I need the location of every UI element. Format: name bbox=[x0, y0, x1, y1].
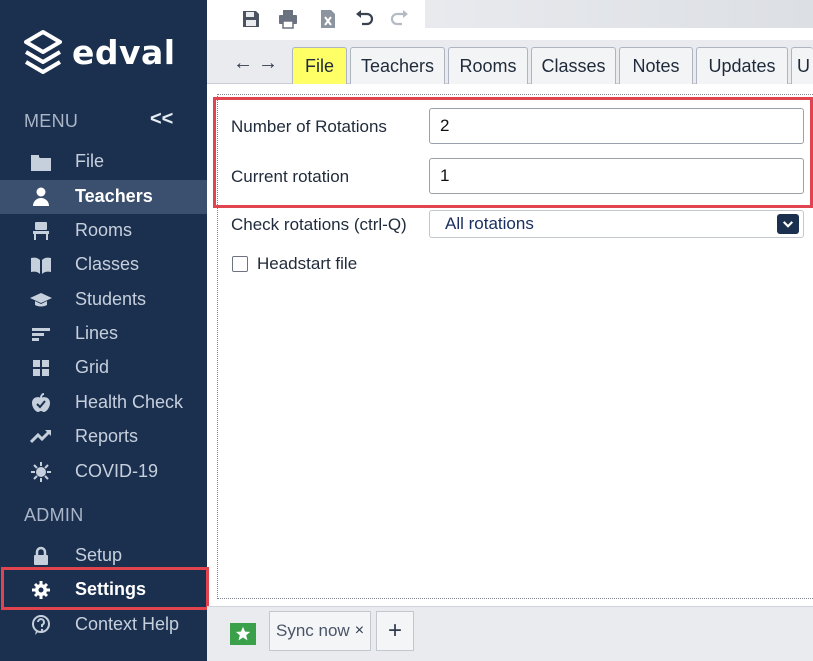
sidebar-item-label: COVID-19 bbox=[75, 461, 159, 481]
toolbar-blurred-area bbox=[425, 0, 813, 28]
tab-file[interactable]: File bbox=[292, 47, 347, 84]
close-icon[interactable]: × bbox=[355, 622, 364, 640]
sidebar-item-lines[interactable]: Lines bbox=[0, 317, 207, 351]
print-icon[interactable] bbox=[277, 8, 299, 30]
collapse-sidebar-button[interactable]: << bbox=[150, 108, 173, 131]
tab-teachers[interactable]: Teachers bbox=[350, 47, 445, 84]
sidebar-item-label: Grid bbox=[75, 357, 110, 377]
forward-arrow-button[interactable]: → bbox=[258, 52, 278, 75]
favorite-star-button[interactable] bbox=[230, 623, 256, 645]
bottom-bar: Sync now × + bbox=[207, 606, 813, 661]
save-icon[interactable] bbox=[240, 8, 262, 30]
grid-icon bbox=[30, 358, 52, 378]
edval-logo: edval bbox=[22, 28, 176, 76]
undo-icon[interactable] bbox=[353, 8, 375, 30]
sidebar-item-teachers[interactable]: Teachers bbox=[0, 180, 207, 214]
sidebar-item-health-check[interactable]: Health Check bbox=[0, 386, 207, 420]
person-icon bbox=[30, 187, 52, 207]
sidebar-item-label: Reports bbox=[75, 426, 139, 446]
sidebar-item-label: File bbox=[75, 151, 105, 171]
logo-text: edval bbox=[72, 32, 176, 72]
sync-now-tab[interactable]: Sync now × bbox=[269, 611, 371, 651]
toolbar bbox=[207, 0, 813, 40]
tab-rooms[interactable]: Rooms bbox=[448, 47, 528, 84]
sidebar-item-label: Students bbox=[75, 289, 147, 309]
lock-icon bbox=[30, 546, 52, 566]
sidebar-item-context-help[interactable]: Context Help bbox=[0, 608, 207, 642]
sidebar-item-label: Health Check bbox=[75, 392, 184, 412]
sidebar-item-label: Teachers bbox=[75, 186, 153, 206]
star-icon bbox=[235, 626, 251, 641]
folder-icon bbox=[30, 152, 52, 172]
sidebar-item-rooms[interactable]: Rooms bbox=[0, 214, 207, 248]
trend-icon bbox=[30, 427, 52, 447]
sidebar: edval MENU << File Teachers Rooms Classe… bbox=[0, 0, 207, 661]
add-tab-button[interactable]: + bbox=[376, 611, 414, 651]
sync-now-label: Sync now bbox=[276, 621, 350, 640]
settings-highlight-box bbox=[1, 567, 209, 610]
sidebar-item-label: Context Help bbox=[75, 614, 180, 634]
headstart-checkbox[interactable] bbox=[232, 256, 248, 272]
chair-icon bbox=[30, 221, 52, 241]
sidebar-item-label: Lines bbox=[75, 323, 119, 343]
tab-updates[interactable]: Updates bbox=[696, 47, 788, 84]
tab-overflow[interactable]: U bbox=[791, 47, 813, 84]
tab-bar: ← → File Teachers Rooms Classes Notes Up… bbox=[207, 40, 813, 84]
sidebar-item-students[interactable]: Students bbox=[0, 283, 207, 317]
chevron-down-icon bbox=[777, 214, 799, 234]
excel-icon[interactable] bbox=[317, 8, 339, 30]
headstart-label: Headstart file bbox=[257, 254, 358, 273]
sidebar-item-grid[interactable]: Grid bbox=[0, 351, 207, 385]
help-icon bbox=[30, 615, 52, 635]
sidebar-item-label: Rooms bbox=[75, 220, 133, 240]
logo-icon bbox=[24, 30, 62, 74]
virus-icon bbox=[30, 462, 52, 482]
lines-icon bbox=[30, 324, 52, 344]
admin-section-label: ADMIN bbox=[24, 505, 84, 525]
check-rotations-label: Check rotations (ctrl-Q) bbox=[231, 215, 407, 234]
tab-notes[interactable]: Notes bbox=[619, 47, 693, 84]
check-rotations-select[interactable]: All rotations bbox=[429, 210, 804, 238]
sidebar-item-file[interactable]: File bbox=[0, 145, 207, 179]
apple-icon bbox=[30, 393, 52, 413]
redo-icon[interactable] bbox=[389, 8, 411, 30]
book-icon bbox=[30, 255, 52, 275]
check-rotations-value: All rotations bbox=[445, 214, 534, 233]
graduation-cap-icon bbox=[30, 290, 52, 310]
sidebar-item-covid-19[interactable]: COVID-19 bbox=[0, 455, 207, 489]
rotation-fields-highlight-box bbox=[213, 97, 813, 208]
menu-section-label: MENU bbox=[24, 111, 79, 131]
tab-classes[interactable]: Classes bbox=[531, 47, 616, 84]
sidebar-item-classes[interactable]: Classes bbox=[0, 248, 207, 282]
sidebar-item-label: Setup bbox=[75, 545, 123, 565]
back-arrow-button[interactable]: ← bbox=[233, 52, 253, 75]
sidebar-item-reports[interactable]: Reports bbox=[0, 420, 207, 454]
sidebar-item-label: Classes bbox=[75, 254, 140, 274]
